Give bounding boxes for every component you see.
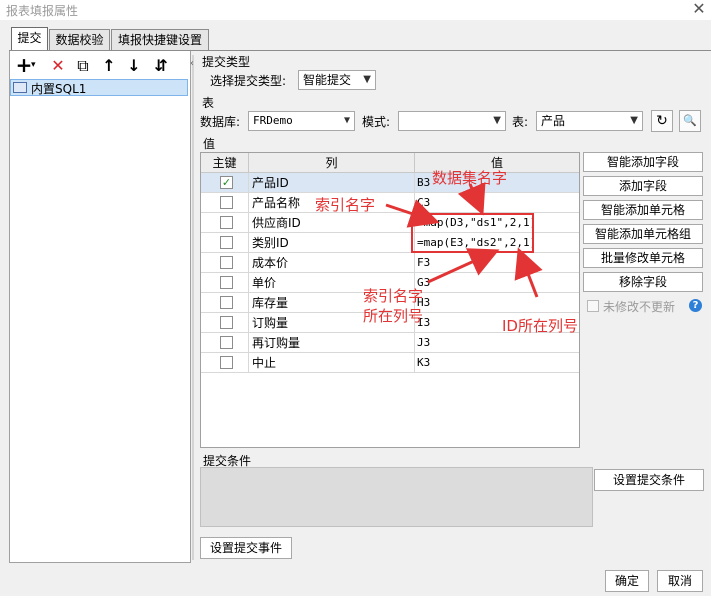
no-change-no-update-checkbox[interactable] (587, 300, 599, 312)
highlight-box (411, 213, 534, 253)
add-dropdown-icon[interactable]: ▾ (31, 60, 36, 70)
header-column[interactable]: 列 (249, 153, 415, 173)
column-cell[interactable]: 产品ID (249, 173, 415, 193)
tab-shortcut-settings[interactable]: 填报快捷键设置 (111, 29, 209, 51)
annotation-index-col-line2: 所在列号 (363, 307, 424, 325)
window-title: 报表填报属性 (6, 4, 79, 18)
column-cell[interactable]: 供应商ID (249, 213, 415, 233)
table-value: 产品 (541, 114, 566, 128)
smart-add-cell-button[interactable]: 智能添加单元格 (583, 200, 703, 220)
value-cell[interactable]: H3 (415, 293, 579, 313)
move-up-icon[interactable]: ↑ (99, 56, 119, 76)
table-icon (13, 82, 27, 93)
no-change-no-update-label: 未修改不更新 (603, 300, 676, 314)
chevron-down-icon: ▼ (493, 115, 501, 126)
column-cell[interactable]: 再订购量 (249, 333, 415, 353)
table-section-label: 表 (202, 96, 215, 110)
submit-condition-area (200, 467, 593, 527)
annotation-id-col: ID所在列号 (502, 317, 578, 335)
chevron-down-icon: ▼ (363, 74, 371, 85)
batch-modify-cell-button[interactable]: 批量修改单元格 (583, 248, 703, 268)
help-icon[interactable]: ? (689, 299, 702, 312)
smart-add-field-button[interactable]: 智能添加字段 (583, 152, 703, 172)
key-checkbox[interactable] (220, 316, 233, 329)
add-field-button[interactable]: 添加字段 (583, 176, 703, 196)
annotation-index-name: 索引名字 (315, 196, 376, 214)
key-checkbox[interactable] (220, 216, 233, 229)
chevron-down-icon: ▼ (630, 115, 638, 126)
close-icon[interactable]: ✕ (690, 0, 708, 18)
submit-type-value: 智能提交 (303, 73, 352, 87)
schema-select[interactable]: ▼ (398, 111, 506, 131)
schema-label: 模式: (362, 115, 391, 129)
key-checkbox[interactable] (220, 276, 233, 289)
column-cell[interactable]: 成本价 (249, 253, 415, 273)
key-checkbox[interactable] (220, 356, 233, 369)
sql-list-panel (9, 51, 191, 563)
column-cell[interactable]: 中止 (249, 353, 415, 373)
collapse-icon[interactable]: ‹ (190, 58, 194, 69)
submit-type-section-label: 提交类型 (202, 55, 251, 69)
sort-icon[interactable]: ⇵ (151, 56, 171, 76)
key-checkbox[interactable] (220, 336, 233, 349)
value-cell[interactable]: J3 (415, 333, 579, 353)
preview-icon[interactable]: 🔍 (679, 110, 701, 132)
ok-button[interactable]: 确定 (605, 570, 649, 592)
database-select[interactable]: FRDemo ▼ (248, 111, 355, 131)
delete-icon[interactable]: ✕ (48, 56, 68, 76)
annotation-index-col-line1: 索引名字 (363, 287, 424, 305)
database-value: FRDemo (253, 114, 293, 127)
splitter-handle[interactable] (190, 55, 196, 560)
set-submit-condition-button[interactable]: 设置提交条件 (594, 469, 704, 491)
tab-data-validation[interactable]: 数据校验 (49, 29, 110, 51)
value-cell[interactable]: F3 (415, 253, 579, 273)
tab-submit[interactable]: 提交 (11, 27, 48, 51)
move-down-icon[interactable]: ↓ (124, 56, 144, 76)
key-checkbox[interactable] (220, 196, 233, 209)
key-checkbox[interactable] (220, 236, 233, 249)
value-cell[interactable]: G3 (415, 273, 579, 293)
column-cell[interactable]: 类别ID (249, 233, 415, 253)
cancel-button[interactable]: 取消 (657, 570, 703, 592)
value-cell[interactable]: K3 (415, 353, 579, 373)
header-key[interactable]: 主键 (201, 153, 249, 173)
key-checkbox[interactable]: ✓ (220, 176, 233, 189)
smart-add-cell-group-button[interactable]: 智能添加单元格组 (583, 224, 703, 244)
table-select[interactable]: 产品 ▼ (536, 111, 643, 131)
annotation-dataset-name: 数据集名字 (432, 169, 508, 187)
key-checkbox[interactable] (220, 256, 233, 269)
value-cell[interactable]: C3 (415, 193, 579, 213)
value-section-label: 值 (203, 137, 216, 151)
list-item-label: 内置SQL1 (31, 82, 87, 96)
database-label: 数据库: (200, 115, 241, 129)
refresh-icon[interactable]: ↻ (651, 110, 673, 132)
submit-type-label: 选择提交类型: (210, 74, 287, 88)
remove-field-button[interactable]: 移除字段 (583, 272, 703, 292)
key-checkbox[interactable] (220, 296, 233, 309)
copy-icon[interactable]: ⧉ (73, 56, 93, 76)
chevron-down-icon: ▼ (343, 115, 350, 126)
table-label: 表: (512, 115, 529, 129)
set-submit-event-button[interactable]: 设置提交事件 (200, 537, 292, 559)
title-bar (0, 0, 711, 20)
submit-type-select[interactable]: 智能提交 ▼ (298, 70, 376, 90)
